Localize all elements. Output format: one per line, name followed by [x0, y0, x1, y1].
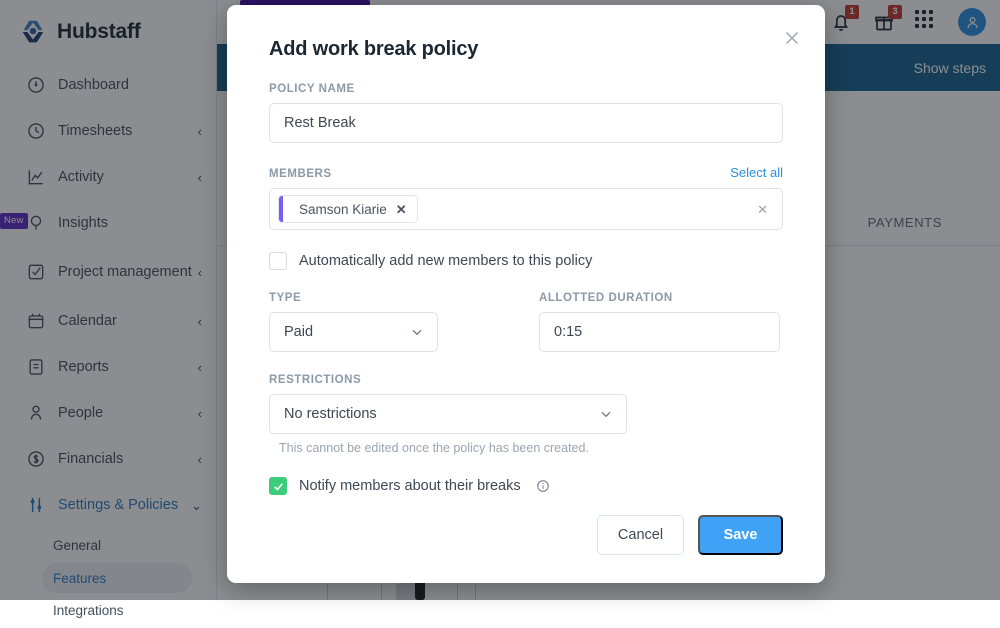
type-field: TYPE Paid: [269, 292, 438, 352]
policy-name-value: Rest Break: [284, 115, 356, 131]
select-all-link[interactable]: Select all: [730, 165, 783, 180]
add-work-break-policy-dialog: Add work break policy POLICY NAME Rest B…: [227, 5, 825, 583]
chip-remove-icon[interactable]: ✕: [396, 203, 407, 216]
close-icon: [781, 27, 803, 49]
member-chip[interactable]: Samson Kiarie ✕: [278, 195, 418, 223]
members-input[interactable]: Samson Kiarie ✕ ✕: [269, 188, 783, 230]
dialog-footer: Cancel Save: [227, 487, 825, 583]
allotted-duration-value: 0:15: [554, 324, 582, 340]
restrictions-field: RESTRICTIONS No restrictions This cannot…: [269, 374, 627, 455]
restrictions-label: RESTRICTIONS: [269, 374, 627, 386]
chevron-down-icon: [599, 407, 613, 421]
save-button[interactable]: Save: [698, 515, 783, 555]
member-chip-label: Samson Kiarie: [299, 202, 387, 217]
member-chip-accent: [279, 195, 283, 223]
dialog-title: Add work break policy: [269, 31, 783, 61]
allotted-duration-input[interactable]: 0:15: [539, 312, 780, 352]
allotted-duration-label: ALLOTTED DURATION: [539, 292, 780, 304]
close-button[interactable]: [781, 27, 803, 49]
type-label: TYPE: [269, 292, 438, 304]
restrictions-select[interactable]: No restrictions: [269, 394, 627, 434]
policy-name-field: POLICY NAME Rest Break: [269, 83, 783, 143]
sidebar-subitem-label: Integrations: [53, 603, 124, 618]
auto-add-members-label: Automatically add new members to this po…: [299, 253, 592, 269]
auto-add-members-checkbox[interactable]: [269, 252, 287, 270]
cancel-button[interactable]: Cancel: [597, 515, 684, 555]
clear-all-icon[interactable]: ✕: [757, 203, 768, 216]
type-duration-row: TYPE Paid ALLOTTED DURATION 0:15: [269, 292, 783, 352]
restrictions-hint: This cannot be edited once the policy ha…: [269, 441, 627, 455]
auto-add-members-row[interactable]: Automatically add new members to this po…: [269, 252, 783, 270]
policy-name-input[interactable]: Rest Break: [269, 103, 783, 143]
allotted-duration-field: ALLOTTED DURATION 0:15: [539, 292, 780, 352]
type-value: Paid: [284, 324, 313, 340]
policy-name-label: POLICY NAME: [269, 83, 783, 95]
chevron-down-icon: [410, 325, 424, 339]
members-field: MEMBERS Select all Samson Kiarie ✕ ✕ Aut…: [269, 165, 783, 270]
restrictions-value: No restrictions: [284, 406, 377, 422]
members-label: MEMBERS: [269, 168, 332, 180]
type-select[interactable]: Paid: [269, 312, 438, 352]
